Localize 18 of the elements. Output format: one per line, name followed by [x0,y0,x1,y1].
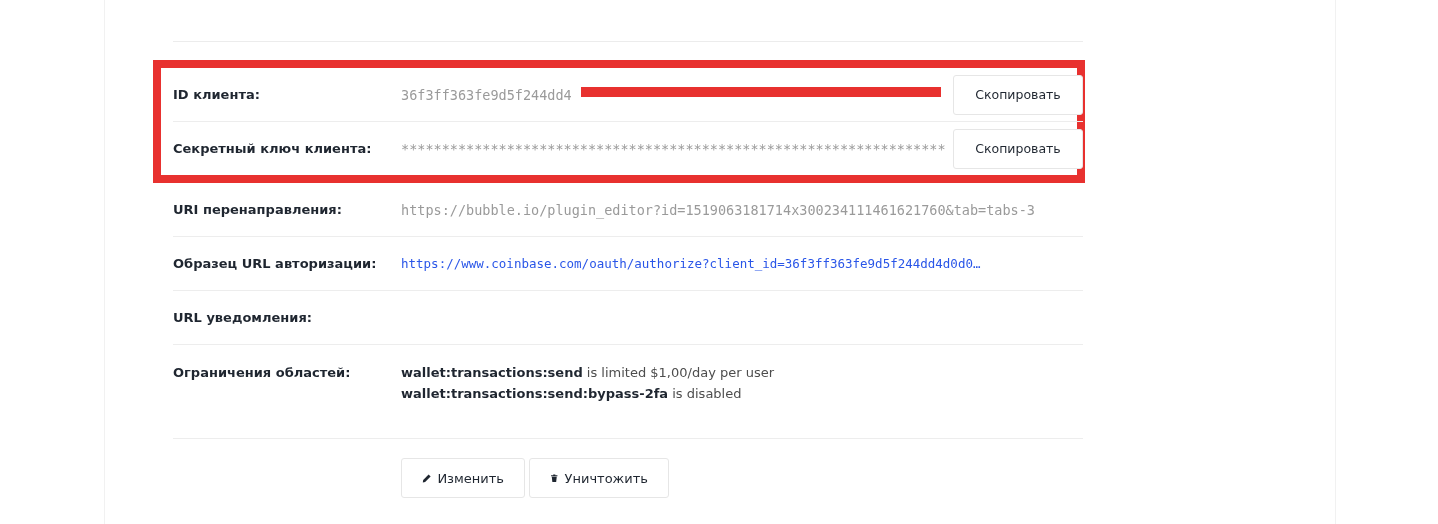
edit-button[interactable]: Изменить [401,458,525,498]
field-value: 36f3ff363fe9d5f244dd4 [401,86,572,103]
copy-button[interactable]: Скопировать [953,74,1083,115]
pencil-icon [422,472,432,484]
field-value: https://bubble.io/plugin_editor?id=1519063181714x300234111461621760&tab=tabs-3 [401,201,1035,218]
field-label: Образец URL авторизации: [173,256,378,271]
link[interactable]: https://www.coinbase.com/oauth/authorize?client_id=36f3ff363fe9d5f244dd4d0d0… [401,256,981,271]
scope-text: wallet:transactions:send:bypass-2fa is disabled [401,386,743,401]
delete-button[interactable]: Уничтожить [529,458,669,498]
field-label: Секретный ключ клиента: [173,141,373,156]
field-label: URL уведомления: [173,310,313,325]
field-label: ID клиента: [173,87,261,102]
field-label: URI перенаправления: [173,202,343,217]
field-label: Ограничения областей: [173,364,352,380]
field-value: ******************************************************************* [401,140,946,157]
copy-button[interactable]: Скопировать [953,128,1083,169]
scope-text: wallet:transactions:send is limited $1,00/day per user [401,365,775,380]
trash-icon [550,472,559,484]
